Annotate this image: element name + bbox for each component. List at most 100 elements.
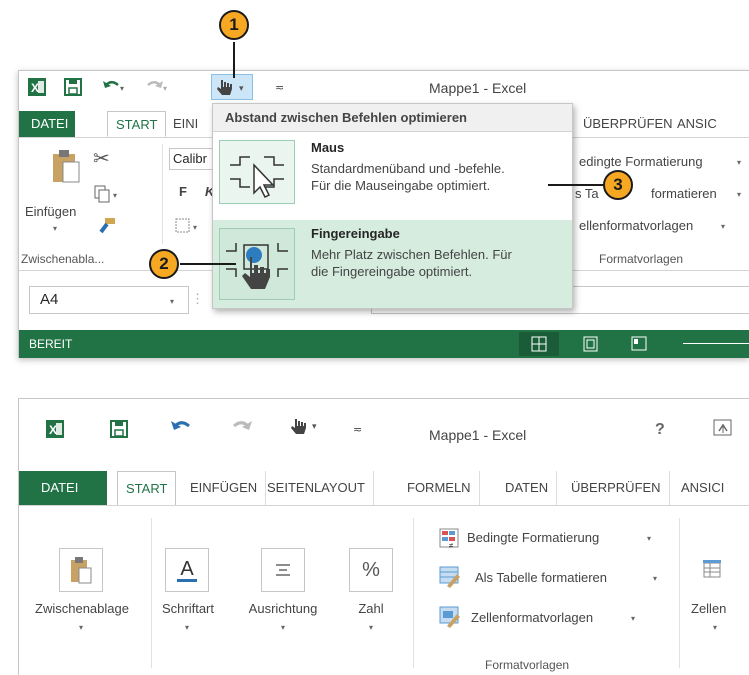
conditional-formatting-caret[interactable]: ▾	[737, 158, 741, 167]
alignment-group-label[interactable]: Ausrichtung	[233, 601, 333, 616]
format-as-table-icon[interactable]	[439, 566, 461, 593]
touch-mode-toggle-icon[interactable]: ▾	[211, 74, 253, 100]
cell-styles-button[interactable]: Zellenformatvorlagen	[471, 610, 593, 625]
window-title: Mappe1 - Excel	[429, 80, 527, 96]
alignment-caret[interactable]: ▾	[281, 623, 285, 632]
customize-qat-icon[interactable]: ≂	[353, 423, 362, 436]
cut-icon[interactable]: ✂	[93, 146, 110, 171]
svg-text:▾: ▾	[163, 84, 167, 93]
number-caret[interactable]: ▾	[369, 623, 373, 632]
format-as-table-part-a[interactable]: s Ta	[575, 186, 599, 201]
cells-caret[interactable]: ▾	[713, 623, 717, 632]
name-box-caret[interactable]: ▾	[170, 289, 174, 315]
excel-logo-icon: X	[27, 77, 47, 102]
tab-insert[interactable]: EINFÜGEN	[182, 471, 267, 505]
format-as-table-caret[interactable]: ▾	[737, 190, 741, 199]
font-button[interactable]: A	[165, 548, 209, 592]
tab-file[interactable]: DATEI	[19, 471, 107, 505]
ribbon-display-options-icon[interactable]	[713, 419, 733, 442]
divider	[413, 518, 414, 668]
touch-mode-dropdown: Abstand zwischen Befehlen optimieren Mau…	[212, 103, 573, 309]
status-bar: BEREIT	[19, 330, 749, 358]
page-layout-view-icon[interactable]	[583, 336, 599, 357]
format-as-table-caret[interactable]: ▾	[653, 574, 657, 583]
customize-qat-icon[interactable]: ≂	[275, 81, 284, 94]
cells-group-label[interactable]: Zellen	[691, 601, 749, 616]
svg-text:▾: ▾	[113, 191, 117, 200]
divider	[162, 144, 163, 244]
tab-view[interactable]: ANSIC	[669, 111, 725, 137]
clipboard-group-label: Zwischenabla...	[21, 252, 105, 266]
touch-mode-toggle-icon[interactable]: ▾	[287, 415, 321, 444]
redo-icon[interactable]: ▾	[143, 77, 169, 102]
svg-text:▾: ▾	[239, 83, 244, 93]
mouse-mode-title: Maus	[311, 140, 345, 155]
touch-mode-desc-line1: Mehr Platz zwischen Befehlen. Für	[311, 247, 512, 262]
cell-styles-icon[interactable]	[439, 606, 461, 633]
clipboard-caret[interactable]: ▾	[79, 623, 83, 632]
tab-review[interactable]: ÜBERPRÜFEN	[575, 111, 681, 137]
mouse-mode-option[interactable]: Maus Standardmenüband und -befehle. Für …	[213, 134, 572, 212]
bold-button[interactable]: F	[179, 184, 187, 199]
alignment-button[interactable]	[261, 548, 305, 592]
paste-icon[interactable]	[51, 148, 81, 189]
normal-view-icon[interactable]	[519, 332, 559, 356]
number-button[interactable]: %	[349, 548, 393, 592]
quick-access-toolbar: X ▾ ▾ ▾ ≂ Mappe1 - Excel	[19, 71, 749, 105]
tab-view[interactable]: ANSICI	[673, 471, 732, 505]
align-center-icon	[276, 564, 290, 576]
conditional-formatting-icon[interactable]: ≠	[439, 528, 461, 555]
svg-text:▾: ▾	[120, 84, 124, 93]
mouse-mode-icon	[219, 140, 295, 204]
save-icon[interactable]	[63, 77, 83, 102]
excel-window-touch-mode: X ▾ ≂ Mappe1 - Excel ? DATEI START EINFÜ…	[18, 398, 749, 675]
copy-icon[interactable]: ▾	[93, 184, 123, 209]
save-icon[interactable]	[109, 419, 129, 444]
zoom-slider[interactable]	[683, 343, 749, 344]
conditional-formatting-button[interactable]: Bedingte Formatierung	[467, 530, 599, 545]
callout-2-leader	[180, 263, 236, 265]
status-text: BEREIT	[29, 337, 73, 351]
redo-icon[interactable]	[229, 417, 255, 444]
format-as-table-button[interactable]: Als Tabelle formatieren	[475, 570, 607, 585]
tab-insert[interactable]: EINI	[165, 111, 206, 137]
formula-bar-divider-icon: ⋮	[191, 291, 204, 306]
touch-mode-option[interactable]: Fingereingabe Mehr Platz zwischen Befehl…	[213, 220, 572, 308]
conditional-formatting-caret[interactable]: ▾	[647, 534, 651, 543]
format-as-table-part-b[interactable]: formatieren	[651, 186, 717, 201]
tab-data[interactable]: DATEN	[497, 471, 558, 505]
callout-1-leader	[233, 42, 235, 78]
help-icon[interactable]: ?	[655, 421, 665, 439]
name-box-value: A4	[40, 291, 59, 308]
callout-2: 2	[149, 249, 179, 279]
page-break-view-icon[interactable]	[631, 336, 647, 357]
svg-text:X: X	[31, 81, 39, 95]
undo-icon[interactable]	[169, 417, 195, 444]
format-painter-icon[interactable]	[97, 216, 117, 241]
borders-icon[interactable]: ▾	[175, 218, 203, 239]
ribbon-tabs: DATEI START EINFÜGEN SEITENLAYOUT FORMEL…	[19, 471, 749, 507]
percent-icon: %	[362, 558, 380, 581]
tab-file[interactable]: DATEI	[19, 111, 75, 137]
tab-start[interactable]: START	[107, 111, 167, 137]
clipboard-group-label[interactable]: Zwischenablage	[19, 601, 145, 616]
cell-styles-caret[interactable]: ▾	[631, 614, 635, 623]
number-group-label[interactable]: Zahl	[341, 601, 401, 616]
conditional-formatting-button[interactable]: edingte Formatierung	[579, 154, 703, 169]
tab-page-layout[interactable]: SEITENLAYOUT	[259, 471, 375, 505]
cells-button[interactable]	[691, 548, 735, 592]
tab-review[interactable]: ÜBERPRÜFEN	[563, 471, 670, 505]
mouse-mode-desc-line1: Standardmenüband und -befehle.	[311, 161, 505, 176]
divider	[679, 518, 680, 668]
paste-caret[interactable]: ▾	[53, 224, 57, 233]
font-caret[interactable]: ▾	[185, 623, 189, 632]
clipboard-button[interactable]	[59, 548, 103, 592]
tab-formulas[interactable]: FORMELN	[399, 471, 480, 505]
cell-styles-caret[interactable]: ▾	[721, 222, 725, 231]
tab-start[interactable]: START	[117, 471, 177, 507]
undo-icon[interactable]: ▾	[101, 77, 127, 102]
cell-styles-button[interactable]: ellenformatvorlagen	[579, 218, 693, 233]
font-group-label[interactable]: Schriftart	[153, 601, 223, 616]
name-box[interactable]: A4 ▾	[29, 286, 189, 314]
paste-label[interactable]: Einfügen	[25, 204, 76, 219]
